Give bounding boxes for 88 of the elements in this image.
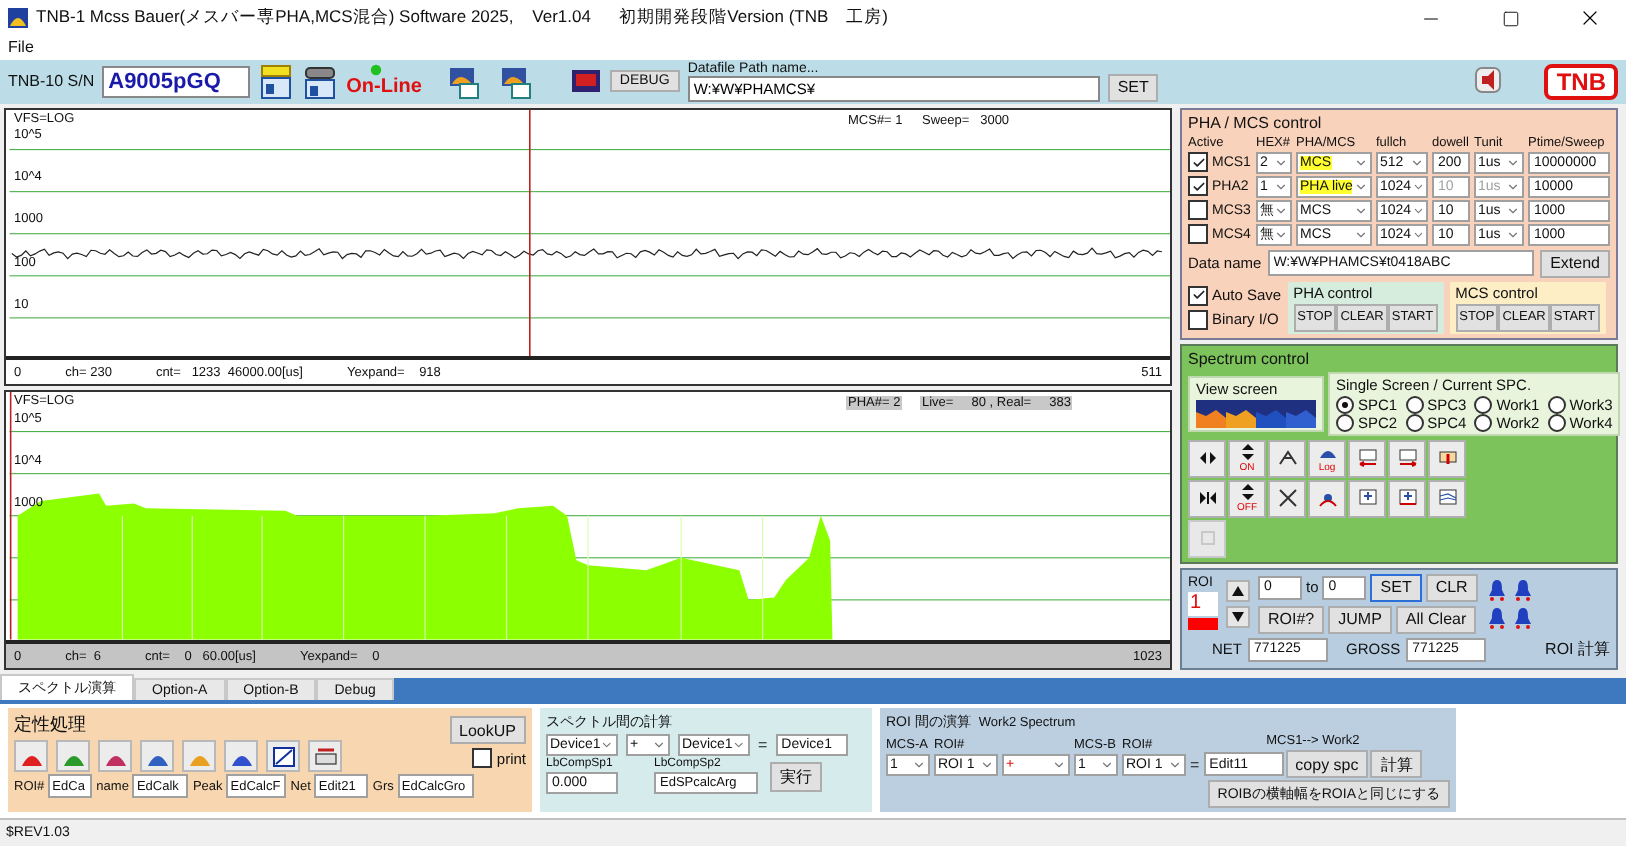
chevron-down-icon [652,738,666,753]
blank-square-icon [1197,528,1217,549]
checkbox[interactable] [1188,200,1208,221]
bell-icon[interactable] [1511,605,1534,630]
panel-title: PHA / MCS control [1188,113,1324,132]
view-thumbnail-icon[interactable] [1286,399,1316,428]
up-button[interactable] [1226,579,1250,602]
left-arrow-graph-icon [1357,448,1377,469]
set-button[interactable]: SET [1107,73,1159,102]
brand-logo: TNB [1544,63,1618,100]
view-thumbnail-icon[interactable] [1256,399,1286,428]
inward-arrows-icon [1197,488,1217,509]
close-icon [1578,6,1602,30]
bell-icon[interactable] [1485,577,1508,602]
extend-button[interactable]: Extend [1540,249,1610,278]
app-icon [8,8,28,28]
tool-button[interactable] [1188,479,1226,518]
maximize-icon [1501,9,1519,27]
view-thumbnail-icon[interactable] [1226,399,1256,428]
peak-up-icon [1277,448,1297,469]
checkbox[interactable] [1188,224,1208,245]
bell-icon[interactable] [1511,577,1534,602]
radio-button[interactable] [1547,395,1566,414]
run-button[interactable]: 実行 [770,761,822,792]
copy-button[interactable]: copy spc [1285,750,1369,779]
checkbox[interactable] [1188,152,1208,173]
serial-label: TNB-10 S/N [8,72,95,91]
radio-button[interactable] [1336,413,1354,432]
roi-button[interactable]: CLR [1425,573,1478,602]
lookup-button[interactable]: LookUP [449,716,526,745]
right-arrow-graph-icon [1397,448,1417,469]
printer-icon [313,745,337,768]
checkbox[interactable] [1188,285,1208,306]
calc-button[interactable]: 計算 [1370,750,1423,779]
tool-button[interactable] [1308,479,1346,518]
roi-number: 1 [1188,592,1218,617]
status-led-icon [370,64,383,77]
chevron-down-icon [1100,757,1114,772]
chevron-down-icon [1052,758,1066,773]
tool-button[interactable] [1268,479,1306,518]
chevron-down-icon [912,757,926,772]
serial-field[interactable]: A9005pGQ [102,65,251,98]
channel-right-icon [1397,488,1417,509]
radio-button[interactable] [1336,395,1354,414]
tool-button[interactable] [1188,439,1226,478]
checkbox[interactable] [1188,309,1208,330]
device-icon[interactable] [302,63,339,100]
open-folder-icon[interactable] [258,63,295,100]
calibration-graph-icon [271,745,295,768]
group-title: 定性処理 [14,712,88,739]
radio-button[interactable] [1474,395,1493,414]
roi-button[interactable]: JUMP [1328,605,1392,634]
tool-button[interactable] [266,740,300,773]
chevron-down-icon [600,738,614,753]
down-button[interactable] [1226,605,1250,628]
channel-left-icon [1357,488,1377,509]
bell-icon[interactable] [1485,605,1508,630]
roi-calc-label: ROI 計算 [1545,638,1610,661]
roi-button[interactable]: SET [1370,573,1422,602]
view-thumbnail-icon[interactable] [1196,399,1226,428]
radio-button[interactable] [1547,413,1566,432]
monitor-icon[interactable] [569,67,602,96]
chart-import-icon[interactable] [497,63,534,100]
panel-title: Spectrum control [1188,349,1311,368]
chart-export-icon[interactable] [445,63,482,100]
up-down-arrows-icon [1237,443,1257,464]
overlay-graph-icon [1437,488,1457,509]
window-title: TNB-1 Mcss Bauer(メスバー専PHA,MCS混合) Software 2025, Ver1.04 初期開発段階Version (TNB 工房) [36,6,891,30]
double-arrow-icon [1197,448,1217,469]
down-triangle-icon [1232,611,1244,622]
status-text: On-Line [346,76,422,99]
radio-button[interactable] [1474,413,1493,432]
radio-button[interactable] [1405,395,1424,414]
up-triangle-icon [1232,585,1244,596]
peak-down-icon [1277,488,1297,509]
equals-sign: = [1190,756,1200,775]
marker-spark-icon [1317,488,1337,509]
radio-button[interactable] [1405,413,1424,432]
menu-item[interactable]: File [8,38,34,57]
equals-sign: = [758,736,768,755]
checkbox[interactable] [472,748,493,769]
chevron-down-icon [980,757,994,772]
roi-button[interactable]: All Clear [1395,605,1477,634]
tool-button[interactable] [1268,439,1306,478]
chevron-down-icon [1168,757,1182,772]
roi-button[interactable]: ROI#? [1258,605,1325,634]
chevron-down-icon [732,738,746,753]
up-down-arrows-icon [1237,483,1257,504]
